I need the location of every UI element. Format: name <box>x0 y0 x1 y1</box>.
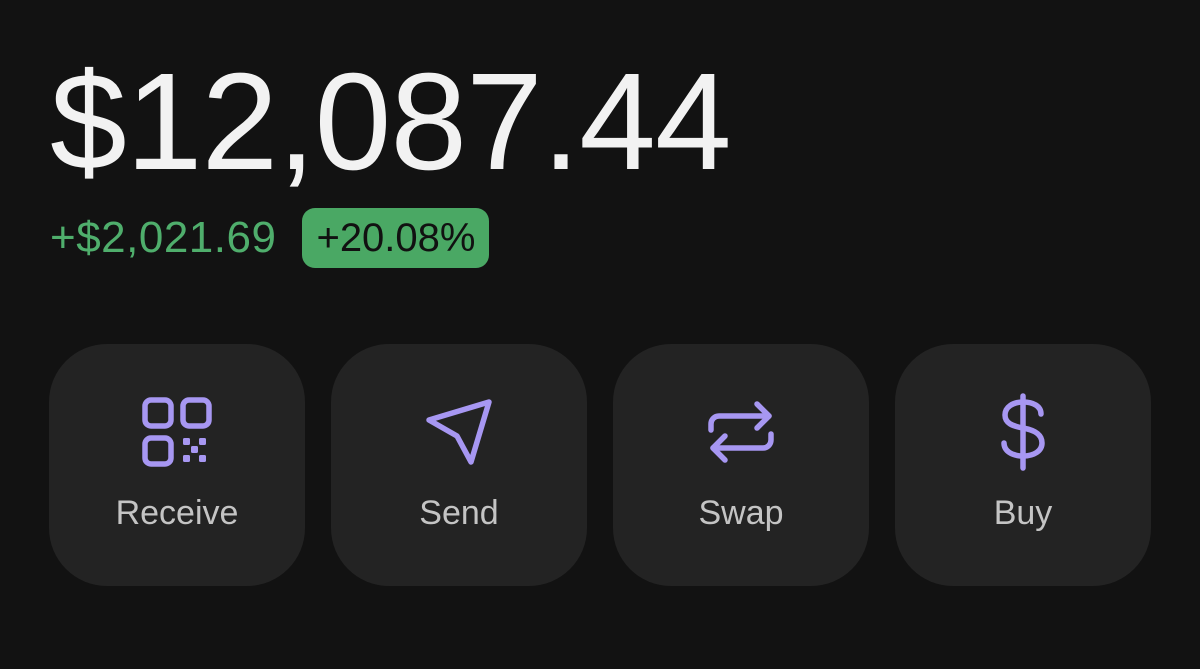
send-icon <box>419 392 499 472</box>
buy-label: Buy <box>993 494 1053 532</box>
qr-code-icon <box>137 392 217 472</box>
portfolio-balance: $12,087.44 <box>50 45 732 199</box>
change-amount: +$2,021.69 <box>50 213 277 262</box>
portfolio-change: +$2,021.69 +20.08% <box>50 208 490 268</box>
dollar-icon <box>983 392 1063 472</box>
send-button[interactable]: Send <box>331 344 587 586</box>
action-buttons: Receive Send Swap Buy <box>49 344 1151 586</box>
receive-button[interactable]: Receive <box>49 344 305 586</box>
swap-icon <box>701 392 781 472</box>
swap-button[interactable]: Swap <box>613 344 869 586</box>
receive-label: Receive <box>115 494 239 532</box>
send-label: Send <box>419 494 499 532</box>
swap-label: Swap <box>698 494 784 532</box>
change-percent-badge: +20.08% <box>302 208 490 268</box>
buy-button[interactable]: Buy <box>895 344 1151 586</box>
